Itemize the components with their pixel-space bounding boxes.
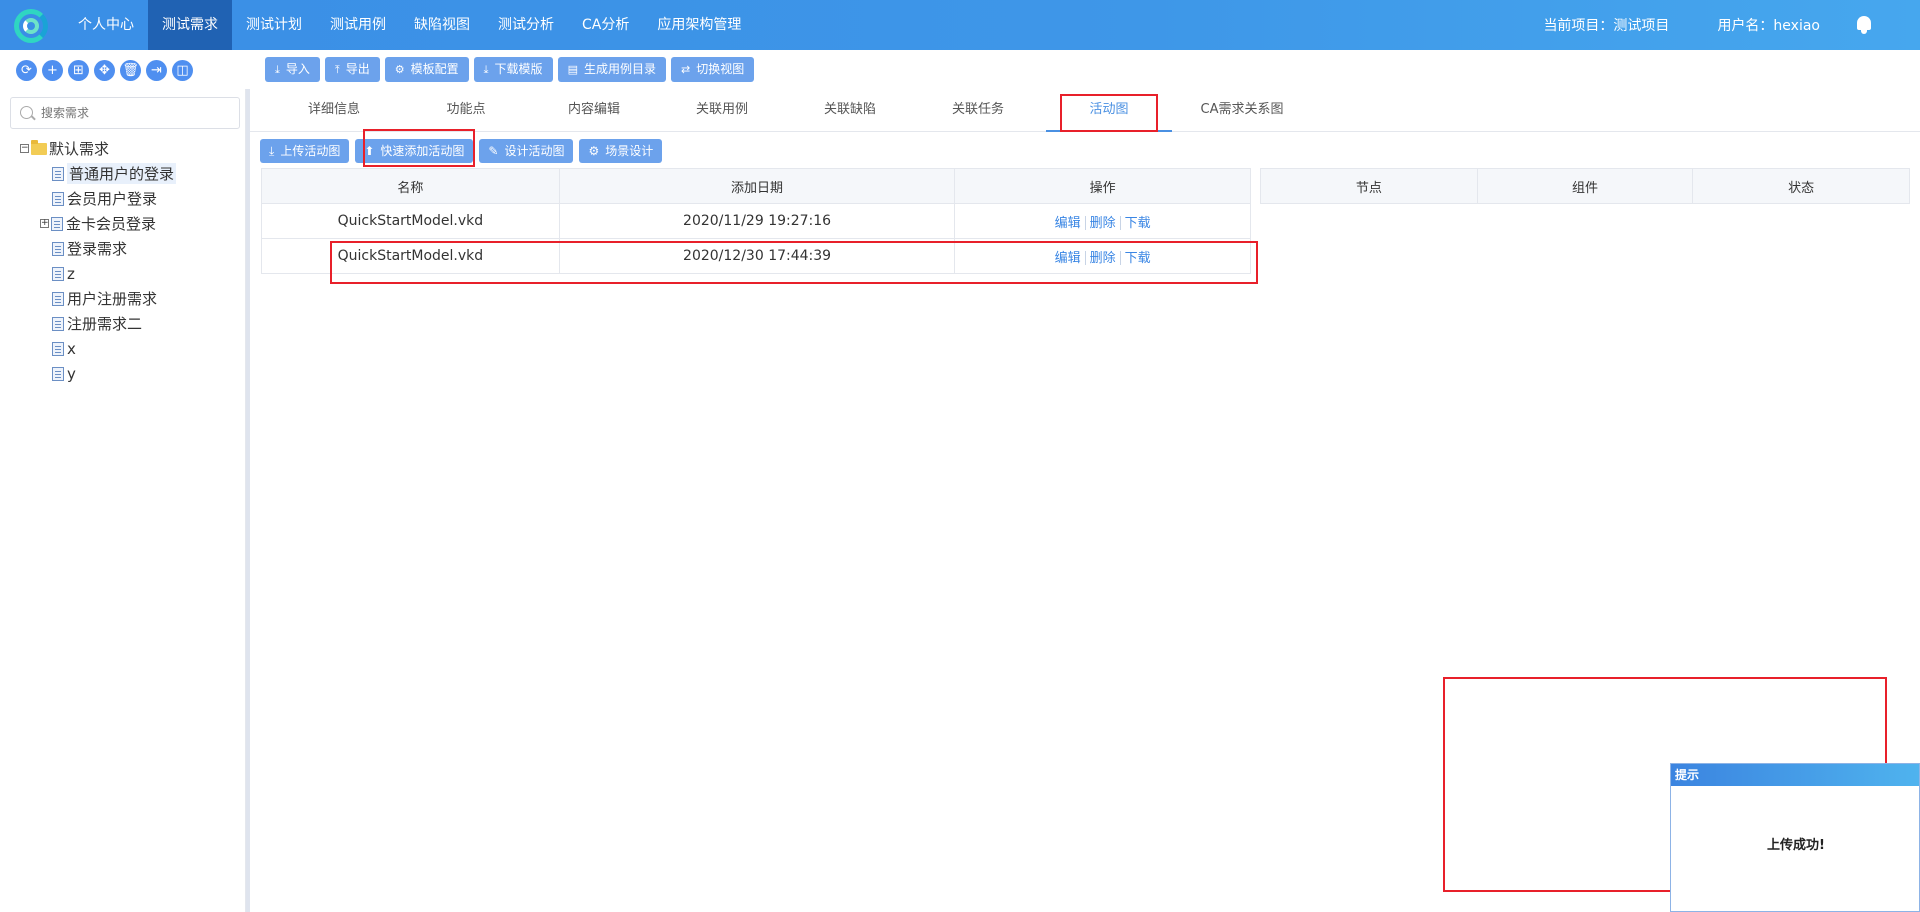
column-header-date[interactable]: 添加日期 bbox=[558, 168, 956, 204]
export-button[interactable]: ⤒ 导出 bbox=[324, 57, 380, 82]
search-input[interactable] bbox=[41, 104, 231, 122]
nav-defect-view[interactable]: 缺陷视图 bbox=[400, 0, 484, 50]
top-nav-bar: 个人中心 测试需求 测试计划 测试用例 缺陷视图 测试分析 CA分析 应用架构管… bbox=[0, 0, 1920, 50]
search-box[interactable] bbox=[10, 97, 240, 129]
requirements-sidebar: − 默认需求 普通用户的登录 会员用户登录 + 金卡会员登录 登录需求 z 用户… bbox=[0, 89, 246, 912]
document-icon bbox=[52, 166, 64, 181]
table-row[interactable]: QuickStartModel.vkd 2020/11/29 19:27:16 … bbox=[261, 203, 1251, 239]
screen-icon[interactable]: ◫ bbox=[172, 60, 193, 81]
import-button[interactable]: ⤓ 导入 bbox=[265, 57, 320, 82]
document-icon bbox=[52, 291, 64, 306]
main-toolbar: ⤓ 导入 ⤒ 导出 ⚙ 模板配置 ⤓ 下载模版 ▤ 生成用例目录 ⇄ 切换视图 bbox=[265, 57, 755, 82]
tree-item[interactable]: x bbox=[20, 336, 176, 361]
download-icon: ⤓ bbox=[275, 63, 280, 76]
tree-item[interactable]: 登录需求 bbox=[20, 236, 176, 261]
tab-linked-defects[interactable]: 关联缺陷 bbox=[770, 92, 930, 132]
row-date: 2020/11/29 19:27:16 bbox=[558, 203, 956, 239]
current-project[interactable]: 当前项目：测试项目 bbox=[1543, 15, 1669, 35]
delete-link[interactable]: 删除 bbox=[1086, 216, 1120, 231]
column-header-status[interactable]: 状态 bbox=[1692, 168, 1910, 204]
tab-content-edit[interactable]: 内容编辑 bbox=[514, 92, 674, 132]
highlight-new-row bbox=[330, 241, 1258, 284]
document-icon bbox=[52, 341, 64, 356]
tree-toolbar: ⟳ + ⊞ ✥ 🗑 ⇥ ◫ bbox=[16, 60, 193, 81]
tree-item[interactable]: + 金卡会员登录 bbox=[20, 211, 176, 236]
nav-personal-center[interactable]: 个人中心 bbox=[64, 0, 148, 50]
upload-icon: ⤒ bbox=[334, 63, 340, 76]
row-name: QuickStartModel.vkd bbox=[261, 203, 560, 239]
download-icon: ⤓ bbox=[483, 63, 489, 76]
document-icon bbox=[52, 191, 64, 206]
tree-item[interactable]: 注册需求二 bbox=[20, 311, 176, 336]
download-template-button[interactable]: ⤓ 下载模版 bbox=[473, 57, 553, 82]
switch-view-button[interactable]: ⇄ 切换视图 bbox=[670, 57, 755, 82]
scene-design-button[interactable]: ⚙ 场景设计 bbox=[579, 139, 663, 163]
column-header-node[interactable]: 节点 bbox=[1260, 168, 1478, 204]
move-icon[interactable]: ✥ bbox=[94, 60, 115, 81]
folder-icon bbox=[31, 139, 47, 155]
tab-linked-cases[interactable]: 关联用例 bbox=[674, 92, 770, 132]
node-table: 节点 组件 状态 bbox=[1260, 168, 1910, 204]
nav-app-architecture[interactable]: 应用架构管理 bbox=[643, 0, 755, 50]
nav-test-cases[interactable]: 测试用例 bbox=[316, 0, 400, 50]
app-logo-icon[interactable] bbox=[10, 5, 50, 45]
tab-ca-relationship[interactable]: CA需求关系图 bbox=[1172, 92, 1312, 132]
requirements-tree: − 默认需求 普通用户的登录 会员用户登录 + 金卡会员登录 登录需求 z 用户… bbox=[20, 136, 177, 386]
refresh-icon[interactable]: ⟳ bbox=[16, 60, 37, 81]
swap-icon: ⇄ bbox=[680, 63, 691, 76]
edit-link[interactable]: 编辑 bbox=[1051, 216, 1085, 231]
document-icon bbox=[51, 216, 63, 231]
toast-title: 提示 bbox=[1671, 764, 1919, 786]
document-icon bbox=[52, 241, 64, 256]
grid-icon[interactable]: ⊞ bbox=[68, 60, 89, 81]
tree-root-node[interactable]: − 默认需求 bbox=[20, 136, 176, 161]
tree-item[interactable]: 用户注册需求 bbox=[20, 286, 176, 311]
template-config-button[interactable]: ⚙ 模板配置 bbox=[384, 57, 469, 82]
tab-details[interactable]: 详细信息 bbox=[250, 92, 418, 132]
username[interactable]: 用户名：hexiao bbox=[1717, 15, 1820, 35]
delete-icon[interactable]: 🗑 bbox=[120, 60, 141, 81]
toast-message: 上传成功! bbox=[1767, 838, 1825, 853]
document-icon bbox=[52, 316, 64, 331]
row-actions: 编辑 删除 下载 bbox=[954, 203, 1251, 239]
nav-test-requirements[interactable]: 测试需求 bbox=[148, 0, 232, 50]
export-icon[interactable]: ⇥ bbox=[146, 60, 167, 81]
column-header-name[interactable]: 名称 bbox=[261, 168, 560, 204]
add-icon[interactable]: + bbox=[42, 60, 63, 81]
tree-item[interactable]: 普通用户的登录 bbox=[20, 161, 177, 186]
generate-case-dir-button[interactable]: ▤ 生成用例目录 bbox=[557, 57, 666, 82]
column-header-component[interactable]: 组件 bbox=[1476, 168, 1694, 204]
document-icon: ▤ bbox=[567, 63, 578, 76]
tree-item[interactable]: z bbox=[20, 261, 176, 286]
highlight-quick-add-button bbox=[363, 129, 475, 167]
expand-icon[interactable]: + bbox=[40, 219, 49, 228]
toast-notification: 提示 上传成功! bbox=[1670, 763, 1920, 912]
download-link[interactable]: 下载 bbox=[1121, 216, 1155, 231]
document-icon bbox=[52, 366, 64, 381]
upload-activity-button[interactable]: ⤓ 上传活动图 bbox=[260, 139, 350, 163]
bell-icon[interactable] bbox=[1856, 16, 1872, 34]
tree-item[interactable]: 会员用户登录 bbox=[20, 186, 176, 211]
gear-icon: ⚙ bbox=[394, 63, 405, 76]
column-header-actions[interactable]: 操作 bbox=[954, 168, 1251, 204]
nav-test-plan[interactable]: 测试计划 bbox=[232, 0, 316, 50]
search-icon bbox=[20, 106, 33, 119]
tab-linked-tasks[interactable]: 关联任务 bbox=[930, 92, 1026, 132]
nav-ca-analysis[interactable]: CA分析 bbox=[568, 0, 643, 50]
tab-function-points[interactable]: 功能点 bbox=[418, 92, 514, 132]
design-activity-button[interactable]: ✎ 设计活动图 bbox=[479, 139, 574, 163]
panel-splitter[interactable] bbox=[246, 89, 250, 912]
edit-icon: ✎ bbox=[488, 144, 499, 158]
tree-item[interactable]: y bbox=[20, 361, 176, 386]
nav-test-analysis[interactable]: 测试分析 bbox=[484, 0, 568, 50]
upload-icon: ⤓ bbox=[269, 144, 275, 158]
gear-icon: ⚙ bbox=[588, 144, 600, 158]
highlight-activity-tab bbox=[1060, 94, 1158, 132]
document-icon bbox=[52, 266, 64, 281]
collapse-icon[interactable]: − bbox=[20, 144, 29, 153]
